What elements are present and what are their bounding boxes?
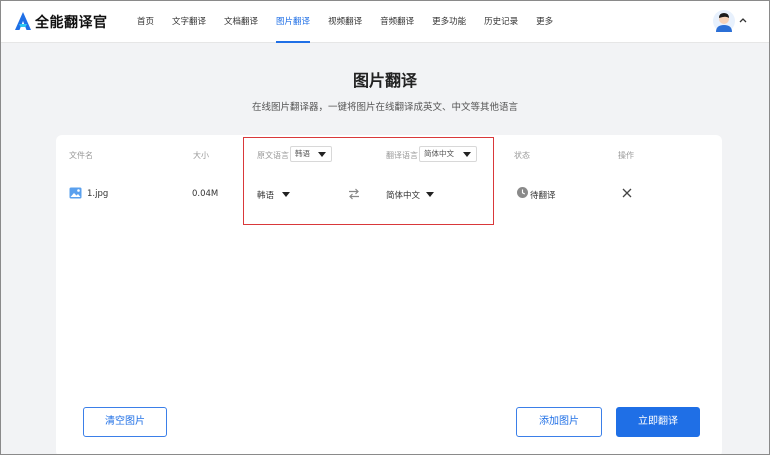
row-filename: 1.jpg (87, 189, 109, 199)
header-source-language-value: 韩语 (295, 149, 310, 158)
nav-history[interactable]: 历史记录 (484, 1, 518, 43)
row-target-language-value: 简体中文 (386, 191, 421, 201)
file-list-card: 文件名 大小 原文语言 韩语 翻译语言 简体中文 状态 操作 1.jpg 0.0… (56, 135, 722, 454)
header-size: 大小 (193, 151, 209, 160)
avatar[interactable] (713, 10, 735, 32)
header-source-language-select[interactable]: 韩语 (290, 146, 332, 162)
clock-icon (517, 187, 528, 198)
image-file-icon (69, 187, 82, 199)
header-target-language-value: 简体中文 (424, 149, 454, 158)
nav-home[interactable]: 首页 (137, 1, 154, 43)
page-title: 图片翻译 (352, 71, 417, 90)
row-source-language-value: 韩语 (257, 191, 275, 201)
brand-name[interactable]: 全能翻译官 (35, 12, 108, 32)
page-subtitle: 在线图片翻译器，一键将图片在线翻译成英文、中文等其他语言 (251, 102, 518, 113)
nav-audio-translate[interactable]: 音频翻译 (380, 1, 414, 43)
row-source-language-select[interactable]: 韩语 (257, 189, 290, 201)
row-status: 待翻译 (530, 191, 556, 201)
nav-doc-translate[interactable]: 文档翻译 (224, 1, 258, 43)
swap-languages-icon[interactable] (348, 188, 360, 200)
nav-more[interactable]: 更多 (536, 1, 553, 43)
header-filename: 文件名 (69, 151, 93, 160)
header-action: 操作 (618, 151, 634, 160)
header-target-language-select[interactable]: 简体中文 (419, 146, 477, 162)
chevron-down-icon (318, 152, 326, 157)
header-source-language: 原文语言 (257, 151, 289, 160)
logo-icon (15, 12, 31, 30)
nav-more-features[interactable]: 更多功能 (432, 1, 466, 43)
chevron-down-icon (426, 192, 434, 197)
nav-image-translate[interactable]: 图片翻译 (276, 1, 311, 43)
translate-now-button[interactable]: 立即翻译 (616, 407, 700, 437)
top-header: 全能翻译官 首页 文字翻译 文档翻译 图片翻译 视频翻译 音频翻译 更多功能 历… (1, 1, 769, 43)
clear-images-button[interactable]: 清空图片 (83, 407, 167, 437)
header-target-language: 翻译语言 (386, 151, 418, 160)
nav-text-translate[interactable]: 文字翻译 (172, 1, 206, 43)
row-size: 0.04M (192, 189, 219, 199)
app-window: 全能翻译官 首页 文字翻译 文档翻译 图片翻译 视频翻译 音频翻译 更多功能 历… (0, 0, 770, 455)
delete-row-close-icon[interactable] (622, 188, 632, 198)
nav-video-translate[interactable]: 视频翻译 (328, 1, 362, 43)
chevron-down-icon (282, 192, 290, 197)
row-target-language-select[interactable]: 简体中文 (386, 189, 434, 201)
main-nav: 首页 文字翻译 文档翻译 图片翻译 视频翻译 音频翻译 更多功能 历史记录 更多 (137, 1, 571, 43)
chevron-down-icon (463, 152, 471, 157)
add-images-button[interactable]: 添加图片 (516, 407, 602, 437)
chevron-up-icon[interactable] (739, 17, 747, 23)
header-status: 状态 (514, 151, 530, 160)
